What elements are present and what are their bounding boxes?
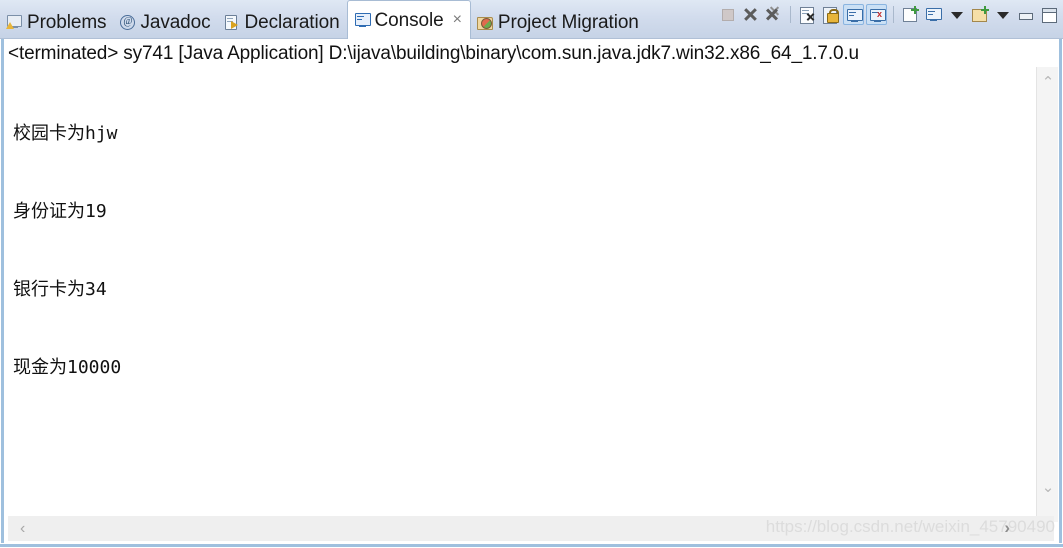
- view-toolbar: x: [717, 2, 1059, 26]
- show-console-button[interactable]: [843, 3, 864, 25]
- javadoc-icon: @: [119, 14, 136, 31]
- maximize-view-button[interactable]: [1038, 4, 1059, 25]
- tab-console-close-icon[interactable]: ×: [453, 12, 462, 28]
- scroll-up-icon[interactable]: ⌃: [1037, 73, 1059, 93]
- show-console-error-button[interactable]: x: [866, 3, 887, 25]
- view-bottom-border: [0, 543, 1063, 548]
- display-console-dropdown[interactable]: [946, 4, 967, 25]
- open-console-button[interactable]: [969, 4, 990, 25]
- migration-icon: [476, 14, 494, 31]
- declaration-icon: [224, 14, 241, 31]
- view-right-border: [1058, 39, 1063, 548]
- terminate-button[interactable]: [717, 4, 738, 25]
- tab-console[interactable]: Console ×: [346, 0, 471, 39]
- toolbar-separator-2: [893, 5, 894, 23]
- tab-problems[interactable]: Problems: [0, 6, 113, 39]
- toolbar-separator: [790, 5, 791, 23]
- tab-console-label: Console: [374, 9, 444, 31]
- tab-project-migration-label: Project Migration: [497, 12, 639, 33]
- tab-declaration-label: Declaration: [244, 12, 340, 33]
- tab-javadoc[interactable]: @ Javadoc: [113, 6, 217, 39]
- console-output-panel[interactable]: <terminated> sy741 [Java Application] D:…: [5, 39, 1036, 522]
- vertical-scrollbar[interactable]: ⌃ ⌄: [1036, 67, 1058, 522]
- console-output-text: 校园卡为hjw 身份证为19 银行卡为34 现金为10000: [13, 69, 121, 433]
- scroll-down-icon[interactable]: ⌄: [1037, 478, 1059, 498]
- tab-javadoc-label: Javadoc: [140, 12, 211, 33]
- scroll-left-icon[interactable]: ‹: [20, 516, 25, 541]
- console-icon: [354, 12, 371, 29]
- display-selected-console-button[interactable]: [923, 4, 944, 25]
- tab-list: Problems @ Javadoc Declaration Console ×…: [0, 0, 646, 39]
- console-content-area: <terminated> sy741 [Java Application] D:…: [0, 39, 1063, 548]
- minimize-view-button[interactable]: [1015, 4, 1036, 25]
- new-console-view-button[interactable]: [900, 4, 921, 25]
- scroll-right-icon[interactable]: ›: [1004, 516, 1010, 541]
- tab-problems-label: Problems: [27, 12, 107, 33]
- open-console-dropdown[interactable]: [992, 4, 1013, 25]
- horizontal-scrollbar[interactable]: ‹ ›: [8, 516, 1054, 541]
- process-status-line: <terminated> sy741 [Java Application] D:…: [8, 43, 859, 64]
- scroll-lock-button[interactable]: [820, 4, 841, 25]
- tab-project-migration[interactable]: Project Migration: [471, 6, 646, 39]
- remove-all-launches-button[interactable]: [763, 4, 784, 25]
- console-view: Problems @ Javadoc Declaration Console ×…: [0, 0, 1063, 548]
- clear-console-button[interactable]: [797, 4, 818, 25]
- console-output-line: 现金为10000: [13, 357, 122, 378]
- console-output-line: 校园卡为hjw: [13, 123, 118, 144]
- console-output-line: 身份证为19: [13, 201, 107, 222]
- problems-icon: [6, 14, 23, 31]
- remove-launch-button[interactable]: [740, 4, 761, 25]
- view-tab-bar: Problems @ Javadoc Declaration Console ×…: [0, 0, 1063, 39]
- console-output-line: 银行卡为34: [13, 279, 107, 300]
- tab-declaration[interactable]: Declaration: [218, 6, 347, 39]
